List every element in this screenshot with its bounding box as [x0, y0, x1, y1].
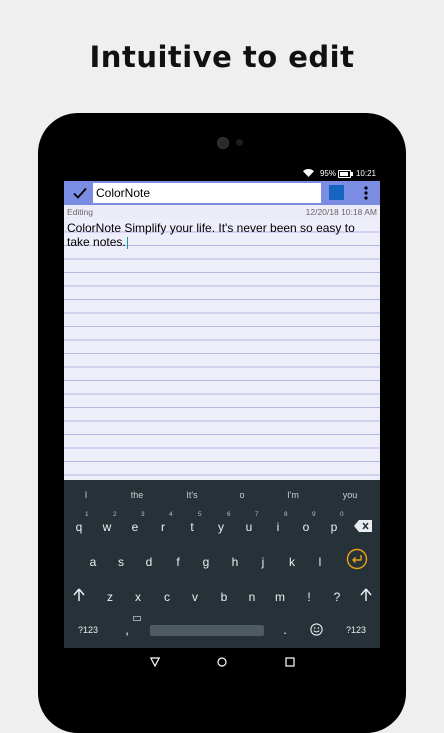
spacebar[interactable]	[150, 625, 264, 636]
suggestion[interactable]: I	[85, 490, 88, 500]
back-icon[interactable]	[150, 657, 160, 667]
key-hint: 4	[169, 511, 173, 518]
menu-dots-icon[interactable]	[358, 184, 374, 202]
key-question[interactable]: ?	[334, 588, 341, 606]
key-m[interactable]: m	[275, 588, 285, 606]
key-x[interactable]: x	[135, 588, 141, 606]
key-d[interactable]: d	[146, 553, 153, 571]
symbols-key[interactable]: ?123	[78, 625, 98, 635]
soft-keyboard: I the It's o I'm you q w e r t y u i o p…	[64, 480, 380, 648]
key-b[interactable]: b	[221, 588, 228, 606]
key-h[interactable]: h	[232, 553, 239, 571]
note-toolbar: ColorNote	[64, 181, 380, 205]
enter-icon[interactable]	[346, 548, 368, 570]
key-g[interactable]: g	[203, 553, 210, 571]
light-sensor	[236, 139, 243, 146]
key-a[interactable]: a	[90, 553, 97, 571]
suggestion[interactable]: o	[239, 490, 244, 500]
key-f[interactable]: f	[176, 553, 179, 571]
check-icon[interactable]	[70, 183, 90, 203]
note-timestamp: 12/20/18 10:18 AM	[305, 207, 377, 217]
editing-label: Editing	[67, 207, 93, 217]
suggestion[interactable]: the	[131, 490, 144, 500]
text-cursor	[126, 236, 128, 249]
suggestion[interactable]: you	[343, 490, 358, 500]
note-editor[interactable]: ColorNote Simplify your life. It's never…	[64, 219, 380, 480]
suggestion[interactable]: I'm	[287, 490, 299, 500]
note-color-button[interactable]	[329, 185, 344, 200]
key-j[interactable]: j	[262, 553, 265, 571]
key-hint: 8	[284, 511, 288, 518]
symbols-key-right[interactable]: ?123	[346, 625, 366, 635]
status-bar: 95% 10:21	[64, 166, 380, 181]
shift-icon[interactable]	[360, 588, 372, 601]
note-meta-bar: Editing 12/20/18 10:18 AM	[64, 205, 380, 219]
battery-icon	[338, 170, 353, 178]
key-l[interactable]: l	[319, 553, 322, 571]
key-v[interactable]: v	[192, 588, 198, 606]
backspace-icon[interactable]	[354, 520, 372, 532]
emoji-icon[interactable]	[310, 623, 323, 636]
key-hint: 2	[113, 511, 117, 518]
note-title-input[interactable]: ColorNote	[93, 183, 321, 203]
key-w[interactable]: w	[103, 518, 112, 536]
recents-icon[interactable]	[285, 657, 295, 667]
front-camera	[217, 137, 229, 149]
key-p[interactable]: p	[331, 518, 338, 536]
key-exclamation[interactable]: !	[307, 588, 310, 606]
key-hint: 9	[312, 511, 316, 518]
wifi-icon	[303, 169, 314, 177]
suggestion[interactable]: It's	[186, 490, 197, 500]
key-y[interactable]: y	[218, 518, 224, 536]
key-e[interactable]: e	[132, 518, 139, 536]
keyboard-icon	[133, 616, 141, 621]
key-hint: 3	[141, 511, 145, 518]
tablet-screen: 95% 10:21 ColorNote Editing 12/20/18 10:…	[64, 166, 380, 676]
note-body[interactable]: ColorNote Simplify your life. It's never…	[67, 221, 372, 249]
key-o[interactable]: o	[303, 518, 310, 536]
key-hint: 7	[255, 511, 259, 518]
key-s[interactable]: s	[118, 553, 124, 571]
home-icon[interactable]	[217, 657, 227, 667]
key-k[interactable]: k	[289, 553, 295, 571]
key-hint: 0	[340, 511, 344, 518]
key-c[interactable]: c	[164, 588, 170, 606]
key-u[interactable]: u	[246, 518, 253, 536]
key-hint: 6	[227, 511, 231, 518]
status-time: 10:21	[355, 169, 376, 178]
key-q[interactable]: q	[76, 518, 83, 536]
key-hint: 5	[198, 511, 202, 518]
key-period[interactable]: .	[283, 622, 287, 637]
key-hint: 1	[85, 511, 89, 518]
shift-icon[interactable]	[73, 588, 85, 601]
suggestion-strip: I the It's o I'm you	[64, 480, 380, 506]
headline: Intuitive to edit	[89, 40, 355, 74]
key-n[interactable]: n	[249, 588, 256, 606]
key-comma[interactable]: ,	[125, 622, 129, 637]
key-t[interactable]: t	[190, 518, 193, 536]
key-i[interactable]: i	[277, 518, 280, 536]
battery-percent: 95%	[319, 169, 336, 178]
note-body-text: ColorNote Simplify your life. It's never…	[67, 221, 355, 249]
key-z[interactable]: z	[107, 588, 113, 606]
navigation-bar	[64, 648, 380, 676]
key-r[interactable]: r	[161, 518, 165, 536]
